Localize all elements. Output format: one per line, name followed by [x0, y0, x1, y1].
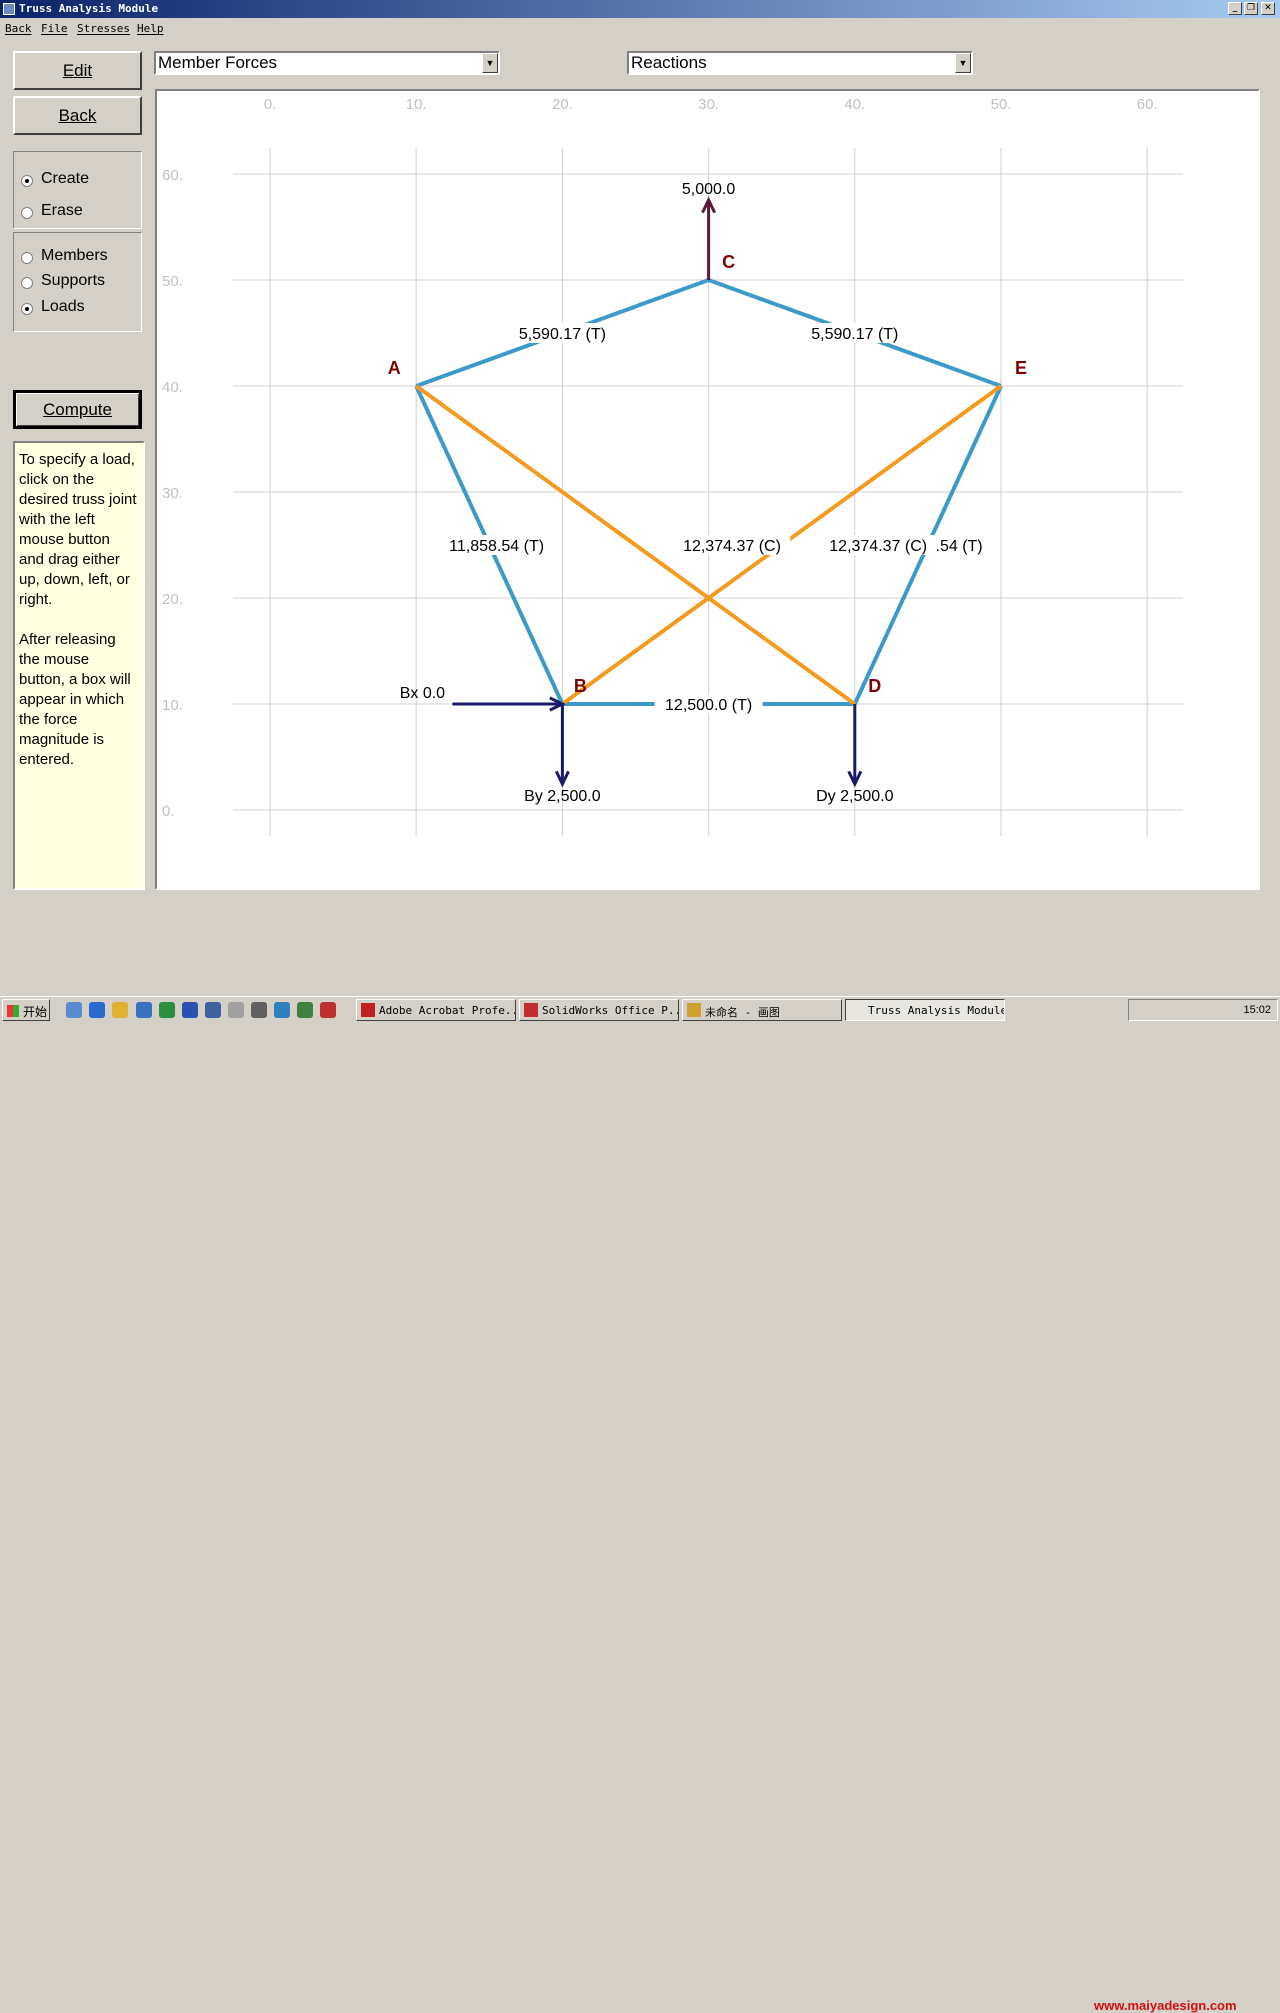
x-tick-label: 0. [264, 96, 277, 113]
task-paint-label: 未命名 - 画图 [705, 1006, 780, 1019]
radio-erase-label: Erase [41, 202, 83, 219]
member-force-label: 12,374.37 (C) [683, 538, 781, 555]
y-tick-label: 20. [162, 591, 183, 608]
paint-icon [687, 1003, 701, 1017]
joint-label: D [868, 676, 881, 696]
task-truss[interactable]: Truss Analysis Module [845, 999, 1005, 1021]
radio-create-label: Create [41, 170, 90, 187]
tool-icon[interactable] [251, 1002, 267, 1018]
excel-icon[interactable] [159, 1002, 175, 1018]
task-acrobat-label: Adobe Acrobat Profe... [379, 1004, 516, 1017]
task-solidworks-label: SolidWorks Office P... [542, 1004, 679, 1017]
desktop-icon[interactable] [66, 1002, 82, 1018]
reaction-label: Dy 2,500.0 [816, 788, 893, 805]
x-tick-label: 40. [844, 96, 865, 113]
solidworks-icon [524, 1003, 538, 1017]
chevron-down-icon[interactable]: ▼ [482, 53, 498, 73]
title-bar: Truss Analysis Module _ ❐ ✕ [0, 0, 1280, 18]
folder-icon[interactable] [112, 1002, 128, 1018]
member-forces-value: Member Forces [158, 53, 278, 72]
radio-create-dot [21, 175, 33, 187]
start-button[interactable]: 开始 [2, 999, 50, 1021]
radio-loads-dot [21, 303, 33, 315]
task-truss-label: Truss Analysis Module [868, 1004, 1005, 1017]
menu-stresses[interactable]: Stresses [77, 22, 130, 35]
joint-label: A [388, 358, 401, 378]
member-force-label: 5,590.17 (T) [811, 326, 898, 343]
menu-back[interactable]: Back [5, 22, 32, 35]
y-tick-label: 40. [162, 379, 183, 396]
joint-label: B [574, 676, 587, 696]
y-tick-label: 0. [162, 803, 175, 820]
member-force-label: 11,858.54 (T) [449, 538, 544, 555]
member-force-label: 12,374.37 (C) [829, 538, 927, 555]
radio-supports-dot [21, 277, 33, 289]
compute-button[interactable]: Compute [13, 390, 142, 429]
watermark: www.maiyadesign.com [1094, 1998, 1237, 2013]
app-quicklaunch-icon[interactable] [136, 1002, 152, 1018]
y-tick-label: 10. [162, 697, 183, 714]
maximize-button[interactable]: ❐ [1244, 2, 1258, 15]
edit-button[interactable]: Edit [13, 51, 142, 90]
window-title: Truss Analysis Module [19, 2, 159, 15]
solidworks-icon[interactable] [320, 1002, 336, 1018]
reaction-label: Bx 0.0 [400, 685, 445, 702]
radio-supports-label: Supports [41, 272, 106, 289]
word-icon[interactable] [182, 1002, 198, 1018]
menu-help[interactable]: Help [137, 22, 164, 35]
x-tick-label: 10. [406, 96, 427, 113]
reactions-dropdown[interactable]: Reactions ▼ [627, 51, 973, 75]
minimize-button[interactable]: _ [1228, 2, 1242, 15]
radio-members-dot [21, 252, 33, 264]
joint-label: E [1015, 358, 1027, 378]
compute-button-label: Compute [43, 400, 112, 419]
x-tick-label: 60. [1137, 96, 1158, 113]
y-tick-label: 60. [162, 167, 183, 184]
reactions-value: Reactions [631, 53, 707, 72]
back-button[interactable]: Back [13, 96, 142, 135]
help-text-1: To specify a load, click on the desired … [19, 451, 137, 608]
joint-label: C [722, 252, 735, 272]
task-solidworks[interactable]: SolidWorks Office P... [519, 999, 679, 1021]
menu-bar: Back File Stresses Help [0, 19, 1280, 39]
x-tick-label: 50. [991, 96, 1012, 113]
app-icon [3, 3, 15, 15]
reaction-label: By 2,500.0 [524, 788, 601, 805]
task-acrobat[interactable]: Adobe Acrobat Profe... [356, 999, 516, 1021]
menu-file[interactable]: File [41, 22, 68, 35]
windows-logo-icon [7, 1005, 19, 1017]
member-force-label: 12,500.0 (T) [665, 697, 752, 714]
help-panel: To specify a load, click on the desired … [13, 441, 145, 890]
search-icon[interactable] [205, 1002, 221, 1018]
x-tick-label: 30. [698, 96, 719, 113]
truss-diagram[interactable]: 0. 10. 20. 30. 40. 50. 60. 60. 50. 40. 30. 20. 10. 0.… [157, 91, 1258, 888]
acrobat-icon [361, 1003, 375, 1017]
edit-button-label: Edit [62, 61, 93, 80]
clock: 15:02 [1243, 1004, 1271, 1016]
entity-group: Members Supports Loads [13, 232, 142, 332]
network-icon[interactable] [297, 1002, 313, 1018]
truss-canvas[interactable]: 0. 10. 20. 30. 40. 50. 60. 60. 50. 40. 30. 20. 10. 0.… [155, 89, 1260, 890]
notepad-icon[interactable] [228, 1002, 244, 1018]
mode-group: Create Erase [13, 151, 142, 229]
paint-icon[interactable] [274, 1002, 290, 1018]
start-label: 开始 [23, 1005, 48, 1019]
system-tray: 15:02 [1128, 999, 1278, 1021]
y-tick-label: 30. [162, 485, 183, 502]
task-paint[interactable]: 未命名 - 画图 [682, 999, 842, 1021]
member-forces-dropdown[interactable]: Member Forces ▼ [154, 51, 500, 75]
taskbar: 开始 Adobe Acrobat Profe... SolidWorks Off… [0, 996, 1280, 2013]
y-tick-label: 50. [162, 273, 183, 290]
radio-loads-label: Loads [41, 298, 85, 315]
load-label: 5,000.0 [682, 181, 735, 198]
radio-members-label: Members [41, 247, 108, 264]
close-button[interactable]: ✕ [1261, 2, 1275, 15]
ie-icon[interactable] [89, 1002, 105, 1018]
x-tick-label: 20. [552, 96, 573, 113]
help-text-2: After releasing the mouse button, a box … [19, 631, 131, 768]
radio-erase-dot [21, 207, 33, 219]
chevron-down-icon[interactable]: ▼ [955, 53, 971, 73]
member-force-label: 5,590.17 (T) [519, 326, 606, 343]
back-button-label: Back [58, 106, 97, 125]
